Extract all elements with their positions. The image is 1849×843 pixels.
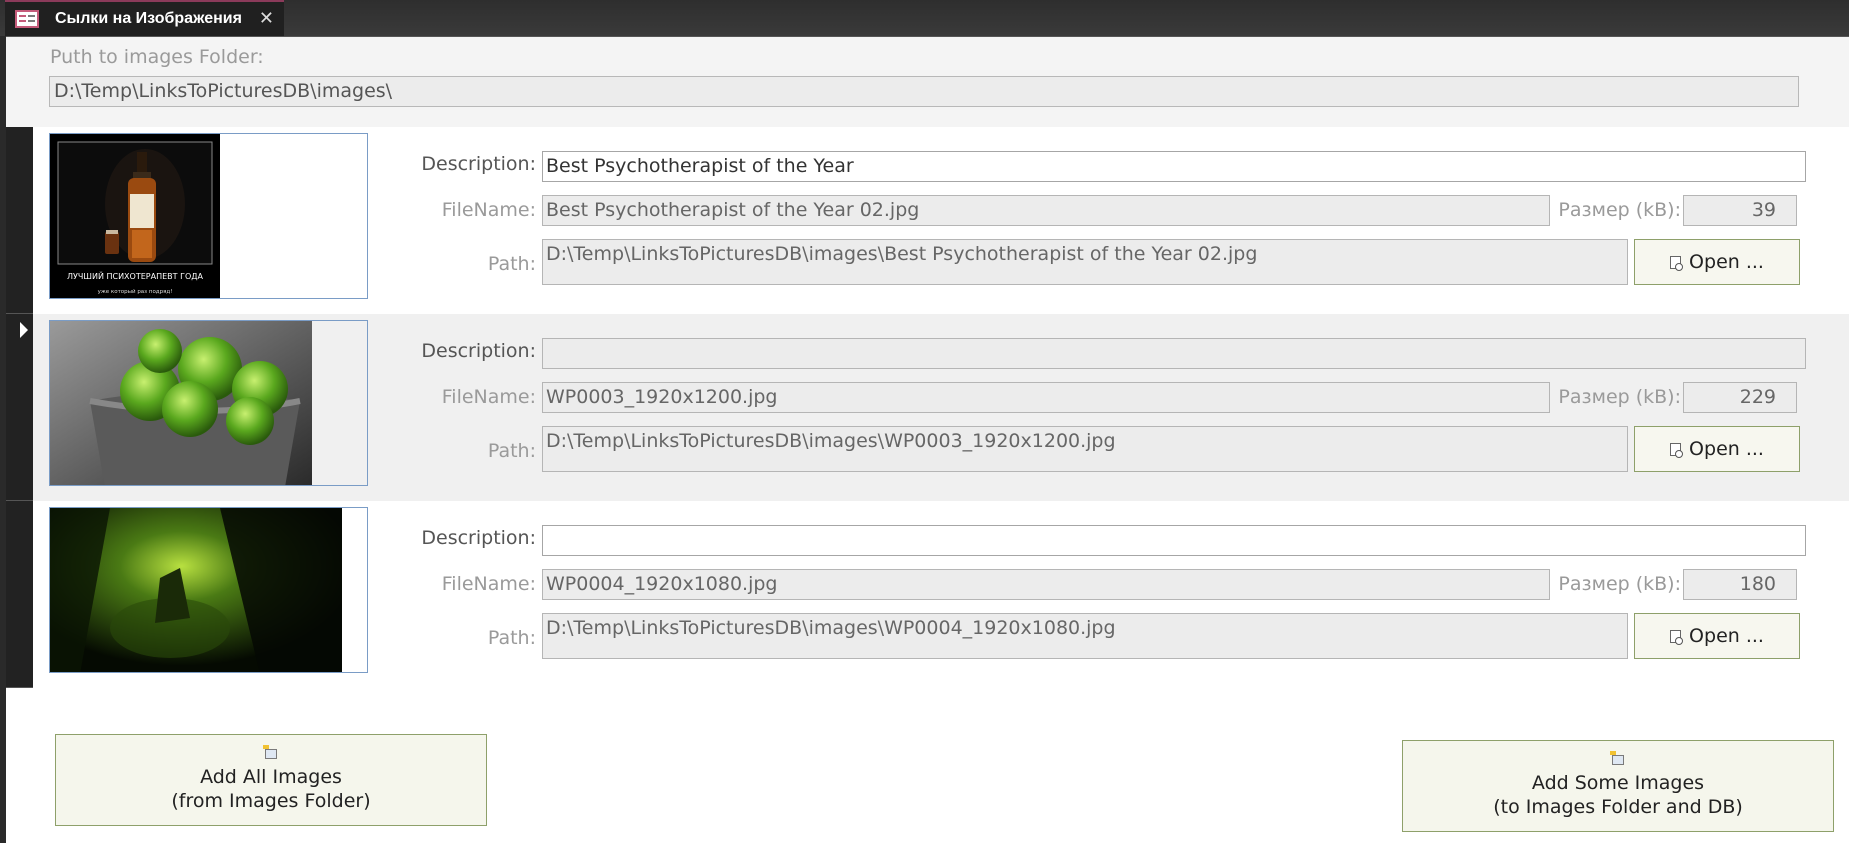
record-selector[interactable] [6,314,33,501]
add-all-label-line2: (from Images Folder) [171,790,371,812]
tab-title: Сылки на Изображения [55,10,242,27]
add-image-icon [263,745,277,759]
filename-label: FileName: [441,199,536,221]
current-record-arrow-icon [20,322,28,338]
filename-label: FileName: [441,573,536,595]
description-label: Description: [421,340,536,362]
open-button-label: Open ... [1689,625,1764,647]
path-label: Path: [487,440,536,462]
open-document-icon [1670,629,1684,645]
add-some-label-line2: (to Images Folder and DB) [1493,796,1743,818]
open-file-button[interactable]: Open ... [1634,613,1800,659]
open-button-label: Open ... [1689,251,1764,273]
close-icon[interactable]: ✕ [259,9,274,29]
filename-field[interactable]: WP0004_1920x1080.jpg [542,569,1550,600]
add-all-images-button[interactable]: Add All Images (from Images Folder) [55,734,487,826]
size-label: Размер (kB): [1558,386,1681,408]
image-thumbnail [49,320,368,486]
document-tab[interactable]: Сылки на Изображения ✕ [5,0,284,36]
open-document-icon [1670,442,1684,458]
description-label: Description: [421,527,536,549]
image-thumbnail: ЛУЧШИЙ ПСИХОТЕРАПЕВТ ГОДА уже который ра… [49,133,368,299]
description-label: Description: [421,153,536,175]
size-label: Размер (kB): [1558,199,1681,221]
folder-path-label: Puth to images Folder: [50,46,264,68]
filename-field[interactable]: WP0003_1920x1200.jpg [542,382,1550,413]
filename-label: FileName: [441,386,536,408]
form-icon [15,10,39,28]
size-field[interactable]: 229 [1683,382,1797,413]
description-field[interactable]: Best Psychotherapist of the Year [542,151,1806,182]
path-field[interactable]: D:\Temp\LinksToPicturesDB\images\WP0003_… [542,426,1628,472]
thumbnail-green-forest-image [50,508,367,672]
add-some-images-button[interactable]: Add Some Images (to Images Folder and DB… [1402,740,1834,832]
path-label: Path: [487,253,536,275]
record-row: ЛУЧШИЙ ПСИХОТЕРАПЕВТ ГОДА уже который ра… [6,127,1849,314]
open-document-icon [1670,255,1684,271]
path-field[interactable]: D:\Temp\LinksToPicturesDB\images\WP0004_… [542,613,1628,659]
thumb-caption: ЛУЧШИЙ ПСИХОТЕРАПЕВТ ГОДА [67,270,203,281]
thumb-subcaption: уже который раз подряд! [98,288,173,295]
add-all-label-line1: Add All Images [200,766,342,788]
document-tab-bar: Сылки на Изображения ✕ [0,0,1849,37]
record-row: Description: FileName: WP0004_1920x1080.… [6,501,1849,688]
add-some-label-line1: Add Some Images [1531,772,1705,794]
record-selector[interactable] [6,501,33,688]
size-field[interactable]: 39 [1683,195,1797,226]
thumbnail-psychotherapist-image: ЛУЧШИЙ ПСИХОТЕРАПЕВТ ГОДА уже который ра… [50,134,367,298]
description-field[interactable] [542,525,1806,556]
description-field[interactable] [542,338,1806,369]
open-button-label: Open ... [1689,438,1764,460]
path-label: Path: [487,627,536,649]
size-label: Размер (kB): [1558,573,1681,595]
record-selector[interactable] [6,127,33,314]
open-file-button[interactable]: Open ... [1634,426,1800,472]
record-row: Description: FileName: WP0003_1920x1200.… [6,314,1849,501]
image-thumbnail [49,507,368,673]
open-file-button[interactable]: Open ... [1634,239,1800,285]
size-field[interactable]: 180 [1683,569,1797,600]
add-image-icon [1610,751,1624,765]
folder-path-field[interactable]: D:\Temp\LinksToPicturesDB\images\ [49,76,1799,107]
filename-field[interactable]: Best Psychotherapist of the Year 02.jpg [542,195,1550,226]
path-field[interactable]: D:\Temp\LinksToPicturesDB\images\Best Ps… [542,239,1628,285]
thumbnail-green-apples-image [50,321,367,485]
